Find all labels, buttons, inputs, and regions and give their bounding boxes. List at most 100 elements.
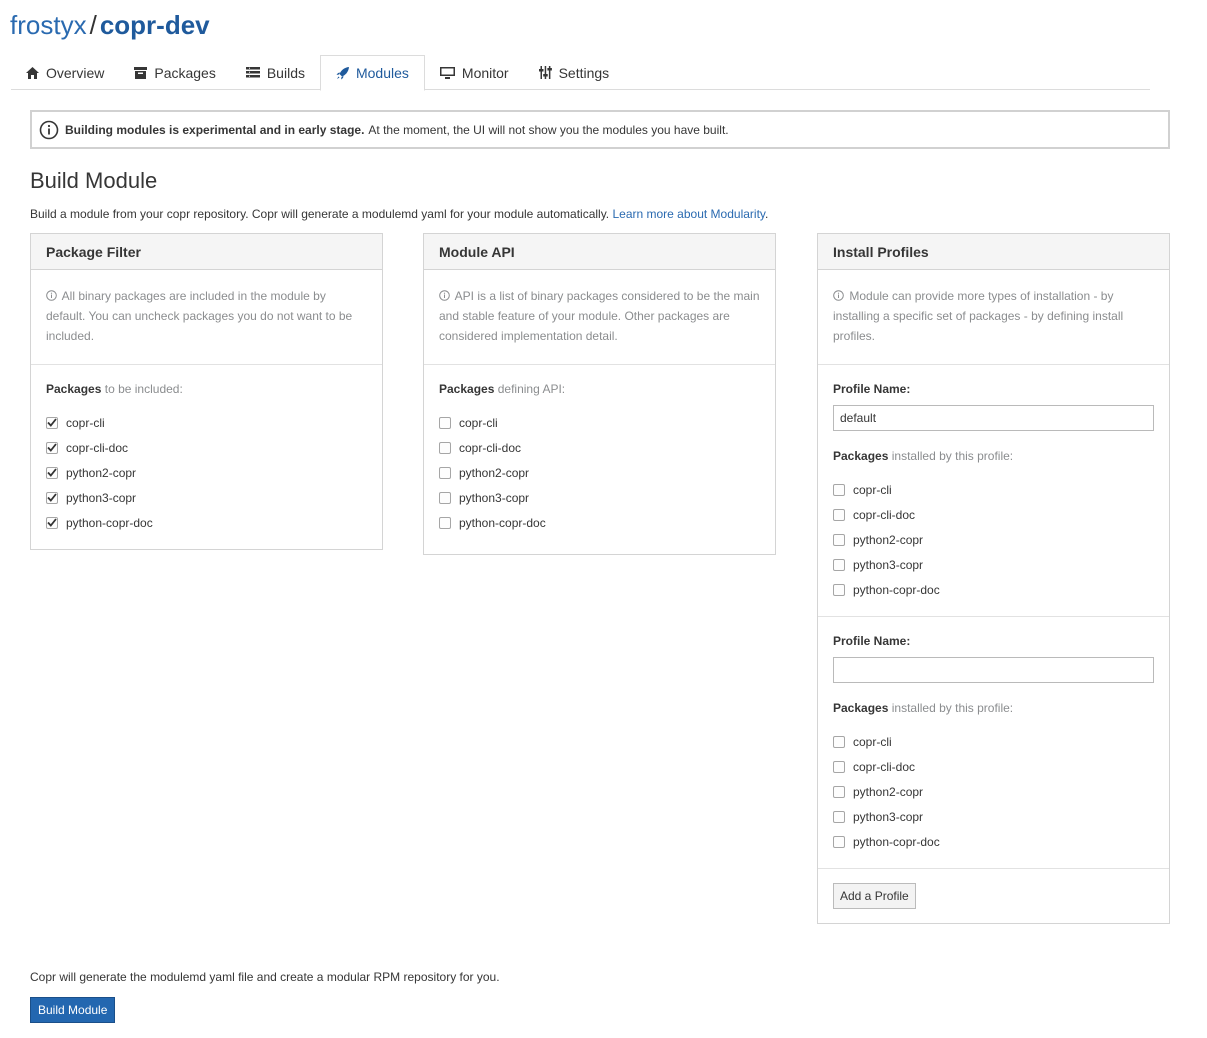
tab-label: Monitor: [461, 64, 509, 81]
list-item[interactable]: python-copr-doc: [46, 510, 367, 535]
footer-note: Copr will generate the modulemd yaml fil…: [30, 970, 500, 984]
checkbox[interactable]: [833, 508, 845, 521]
checkbox[interactable]: [833, 735, 845, 748]
experimental-alert: Building modules is experimental and in …: [30, 110, 1170, 149]
package-name: copr-cli-doc: [66, 440, 129, 455]
list-item[interactable]: python2-copr: [833, 527, 1154, 552]
list-item[interactable]: copr-cli-doc: [439, 435, 760, 460]
packages-label: Packages installed by this profile:: [833, 700, 1154, 716]
checkbox-checked[interactable]: [46, 441, 58, 454]
list-item[interactable]: copr-cli: [46, 410, 367, 435]
list-item[interactable]: copr-cli: [833, 477, 1154, 502]
install-profiles-panel: Install Profiles Module can provide more…: [817, 233, 1170, 924]
list-item[interactable]: python2-copr: [833, 779, 1154, 804]
list-item[interactable]: copr-cli: [833, 729, 1154, 754]
breadcrumb-separator: /: [89, 10, 97, 40]
list-item[interactable]: python3-copr: [439, 485, 760, 510]
checkbox[interactable]: [833, 533, 845, 546]
tab-builds[interactable]: Builds: [231, 55, 320, 90]
alert-bold-text: Building modules is experimental and in …: [65, 122, 365, 137]
info-circle-icon: [39, 120, 59, 139]
profile-name-label: Profile Name:: [833, 382, 911, 396]
owner-link[interactable]: frostyx: [10, 10, 87, 40]
tab-settings[interactable]: Settings: [524, 55, 625, 90]
label-rest: installed by this profile:: [891, 449, 1014, 463]
list-item[interactable]: python-copr-doc: [833, 829, 1154, 854]
intro-text: Build a module from your copr repository…: [30, 207, 610, 221]
checkbox[interactable]: [833, 835, 845, 848]
rocket-icon: [336, 66, 349, 79]
list-item[interactable]: python2-copr: [46, 460, 367, 485]
checkbox-checked[interactable]: [46, 516, 58, 529]
package-name: python3-copr: [853, 557, 924, 572]
profile-name-label: Profile Name:: [833, 634, 911, 648]
tab-modules[interactable]: Modules: [319, 55, 425, 91]
label-bold: Packages: [439, 382, 495, 396]
tab-packages[interactable]: Packages: [119, 55, 230, 90]
tab-label: Overview: [46, 64, 105, 81]
tab-monitor[interactable]: Monitor: [425, 55, 524, 90]
package-name: python3-copr: [459, 490, 530, 505]
package-name: python2-copr: [853, 784, 924, 799]
profile-name-input[interactable]: [833, 405, 1154, 431]
package-name: python-copr-doc: [853, 834, 940, 849]
description-text: API is a list of binary packages conside…: [439, 289, 760, 343]
profile-section: Profile Name: Packages installed by this…: [818, 616, 1169, 868]
checkbox-checked[interactable]: [46, 416, 58, 429]
checkbox[interactable]: [439, 416, 451, 429]
add-profile-section: Add a Profile: [818, 868, 1169, 923]
label-rest: defining API:: [497, 382, 566, 396]
build-module-button[interactable]: Build Module: [30, 997, 116, 1023]
tab-label: Modules: [355, 65, 409, 81]
package-name: python-copr-doc: [853, 582, 940, 597]
breadcrumb: frostyx / copr-dev: [10, 6, 210, 44]
list-item[interactable]: copr-cli-doc: [833, 754, 1154, 779]
list-item[interactable]: python3-copr: [46, 485, 367, 510]
list-item[interactable]: copr-cli-doc: [833, 502, 1154, 527]
archive-icon: [134, 66, 148, 79]
checkbox[interactable]: [439, 491, 451, 504]
package-name: copr-cli: [853, 734, 892, 749]
home-icon: [26, 66, 39, 79]
info-icon: [833, 290, 844, 301]
checkbox-checked[interactable]: [46, 491, 58, 504]
list-item[interactable]: python3-copr: [833, 804, 1154, 829]
panel-title: Package Filter: [31, 234, 382, 270]
checkbox[interactable]: [833, 558, 845, 571]
list-item[interactable]: python2-copr: [439, 460, 760, 485]
checkbox[interactable]: [439, 516, 451, 529]
add-profile-button[interactable]: Add a Profile: [833, 883, 916, 909]
checkmark-icon: [47, 493, 57, 502]
package-name: python3-copr: [853, 809, 924, 824]
page-title: Build Module: [30, 168, 158, 193]
checkmark-icon: [47, 443, 57, 452]
profile-name-input[interactable]: [833, 657, 1154, 683]
profile-section: Profile Name: Packages installed by this…: [818, 365, 1169, 616]
list-item[interactable]: python-copr-doc: [439, 510, 760, 535]
package-name: copr-cli: [66, 415, 105, 430]
checkbox[interactable]: [833, 785, 845, 798]
packages-label: Packages defining API:: [439, 381, 760, 397]
tab-overview[interactable]: Overview: [11, 55, 119, 90]
checkbox[interactable]: [833, 483, 845, 496]
package-name: python2-copr: [853, 532, 924, 547]
checkbox[interactable]: [439, 441, 451, 454]
package-name: copr-cli-doc: [853, 507, 916, 522]
checkbox-checked[interactable]: [46, 466, 58, 479]
checkbox[interactable]: [833, 810, 845, 823]
project-tabs: Overview Packages Builds Modules Monitor…: [11, 55, 1150, 91]
modularity-link[interactable]: Learn more about Modularity: [612, 207, 765, 221]
label-rest: to be included:: [104, 382, 183, 396]
package-name: copr-cli-doc: [459, 440, 522, 455]
project-link[interactable]: copr-dev: [100, 10, 210, 40]
panel-description: Module can provide more types of install…: [818, 270, 1169, 365]
checkbox[interactable]: [833, 583, 845, 596]
alert-text: At the moment, the UI will not show you …: [368, 122, 729, 137]
checkbox[interactable]: [833, 760, 845, 773]
list-item[interactable]: copr-cli-doc: [46, 435, 367, 460]
checkbox[interactable]: [439, 466, 451, 479]
list-item[interactable]: copr-cli: [439, 410, 760, 435]
list-item[interactable]: python3-copr: [833, 552, 1154, 577]
module-api-panel: Module API API is a list of binary packa…: [423, 233, 776, 555]
list-item[interactable]: python-copr-doc: [833, 577, 1154, 602]
